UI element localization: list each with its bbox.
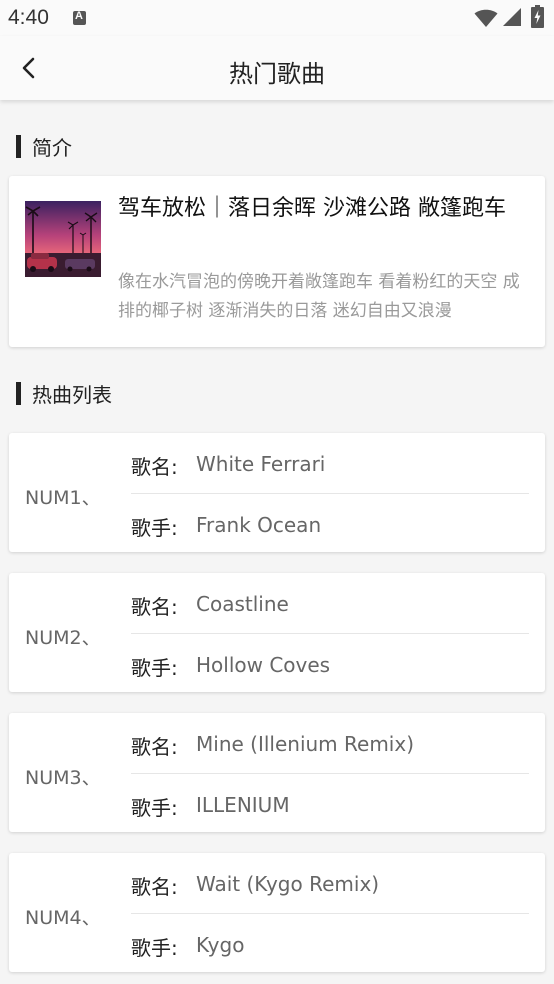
- app-bar: 热门歌曲: [0, 36, 554, 100]
- signal-icon: [503, 8, 521, 26]
- page-title: 热门歌曲: [229, 60, 325, 88]
- song-number: NUM2、: [25, 627, 101, 649]
- song-number: NUM4、: [25, 907, 101, 929]
- song-artist-label: 歌手:: [131, 516, 178, 540]
- intro-section-title: 简介: [32, 135, 72, 160]
- song-artist: ILLENIUM: [196, 793, 290, 817]
- divider: [131, 633, 529, 634]
- section-marker: [16, 134, 21, 158]
- playlist-description: 像在水汽冒泡的傍晚开着敞篷跑车 看着粉红的天空 成排的椰子树 逐渐消失的日落 迷…: [118, 272, 520, 321]
- intro-section-header: 简介: [16, 134, 72, 160]
- playlist-intro-card[interactable]: 驾车放松｜落日余晖 沙滩公路 敞篷跑车 像在水汽冒泡的傍晚开着敞篷跑车 看着粉红…: [9, 176, 545, 347]
- song-artist-label: 歌手:: [131, 656, 178, 680]
- song-list-item[interactable]: NUM3、 歌名: Mine (Illenium Remix) 歌手: ILLE…: [9, 713, 545, 832]
- battery-charging-icon: [531, 5, 544, 28]
- divider: [131, 913, 529, 914]
- song-artist-label: 歌手:: [131, 796, 178, 820]
- songs-section-header: 热曲列表: [16, 381, 112, 407]
- playlist-cover-image: [25, 201, 101, 277]
- song-name-label: 歌名:: [131, 595, 178, 619]
- songs-section-title: 热曲列表: [32, 382, 112, 407]
- song-artist: Kygo: [196, 933, 245, 957]
- wifi-icon: [474, 9, 498, 27]
- divider: [131, 493, 529, 494]
- song-list-item[interactable]: NUM1、 歌名: White Ferrari 歌手: Frank Ocean: [9, 433, 545, 552]
- song-artist-label: 歌手:: [131, 936, 178, 960]
- song-name: Mine (Illenium Remix): [196, 732, 414, 756]
- song-artist: Frank Ocean: [196, 513, 322, 537]
- song-name-label: 歌名:: [131, 735, 178, 759]
- song-name: Coastline: [196, 592, 289, 616]
- song-number: NUM1、: [25, 487, 101, 509]
- status-bar: 4:40: [0, 0, 554, 36]
- song-list-item[interactable]: NUM2、 歌名: Coastline 歌手: Hollow Coves: [9, 573, 545, 692]
- playlist-title: 驾车放松｜落日余晖 沙滩公路 敞篷跑车: [118, 196, 506, 221]
- status-time: 4:40: [8, 6, 49, 29]
- section-marker: [16, 381, 21, 405]
- divider: [131, 773, 529, 774]
- song-name-label: 歌名:: [131, 455, 178, 479]
- song-number: NUM3、: [25, 767, 101, 789]
- song-list-item[interactable]: NUM4、 歌名: Wait (Kygo Remix) 歌手: Kygo: [9, 853, 545, 972]
- song-name-label: 歌名:: [131, 875, 178, 899]
- song-name: White Ferrari: [196, 452, 326, 476]
- song-name: Wait (Kygo Remix): [196, 872, 380, 896]
- notification-icon: [73, 10, 86, 25]
- song-artist: Hollow Coves: [196, 653, 331, 677]
